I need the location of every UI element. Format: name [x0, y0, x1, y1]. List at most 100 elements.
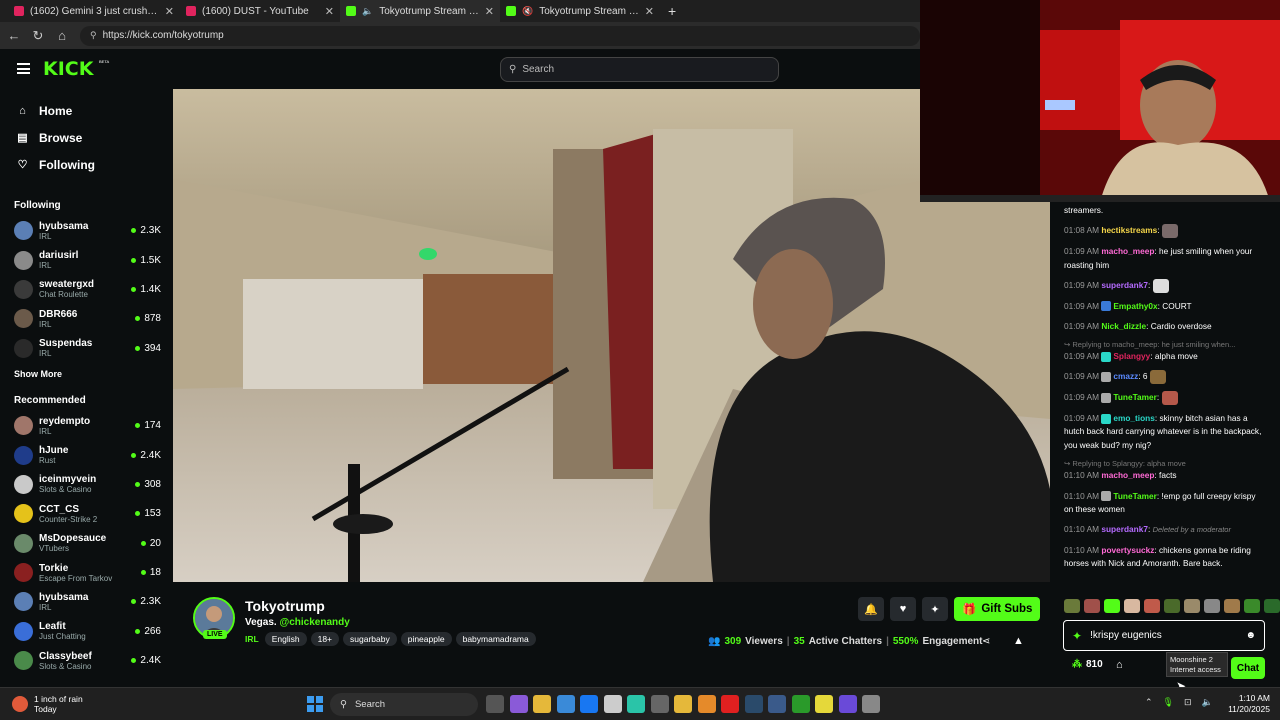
- emote-icon[interactable]: [1224, 599, 1240, 613]
- gear-icon[interactable]: [862, 695, 880, 713]
- chat-message[interactable]: 01:10 AM povertysuckz: chickens gonna be…: [1064, 544, 1266, 571]
- taskbar-clock[interactable]: 1:10 AM 11/20/2025: [1226, 693, 1270, 715]
- chat-username[interactable]: superdank7: [1101, 524, 1148, 534]
- facebook-icon[interactable]: [580, 695, 598, 713]
- calculator-icon[interactable]: [650, 695, 669, 713]
- windows-start-icon[interactable]: [307, 696, 323, 712]
- chat-message[interactable]: 01:09 AM cmazz: 6: [1064, 370, 1266, 385]
- sidebar-item-home[interactable]: ⌂ Home: [0, 97, 172, 124]
- app-icon[interactable]: [768, 695, 786, 713]
- chat-username[interactable]: cmazz: [1113, 372, 1138, 382]
- notes-icon[interactable]: [815, 695, 833, 713]
- stream-tag[interactable]: babymamadrama: [455, 632, 536, 646]
- close-icon[interactable]: ✕: [325, 5, 334, 18]
- edge-icon[interactable]: [627, 695, 645, 713]
- file-explorer-icon[interactable]: [533, 695, 551, 713]
- sidebar-channel[interactable]: Leafit Just Chatting 266: [0, 617, 172, 646]
- video-player[interactable]: [173, 89, 1050, 582]
- vlc-icon[interactable]: [697, 695, 716, 713]
- emote-icon[interactable]: [1084, 599, 1100, 613]
- search-input[interactable]: ⚲ Search: [500, 57, 779, 82]
- sidebar-channel[interactable]: iceinmyvein Slots & Casino 308: [0, 470, 172, 499]
- youtube-icon[interactable]: [721, 695, 739, 713]
- store-icon[interactable]: [556, 695, 575, 713]
- emote-icon[interactable]: [1204, 599, 1220, 613]
- reload-icon[interactable]: ↻: [26, 28, 50, 44]
- stream-tag[interactable]: English: [264, 632, 307, 646]
- stream-tag[interactable]: sugarbaby: [343, 632, 397, 646]
- sidebar-channel[interactable]: CCT_CS Counter-Strike 2 153: [0, 499, 172, 528]
- sidebar-channel[interactable]: DBR666 IRL 878: [0, 304, 172, 333]
- emoji-icon[interactable]: ☻: [1245, 630, 1256, 641]
- heart-icon[interactable]: ♥: [890, 597, 916, 621]
- chat-username[interactable]: macho_meep: [1101, 470, 1154, 480]
- chat-username[interactable]: TuneTamer: [1113, 491, 1157, 501]
- chat-username[interactable]: Nick_dizzle: [1101, 321, 1146, 331]
- network-icon[interactable]: ⊡: [1184, 697, 1192, 708]
- emote-icon[interactable]: [1144, 599, 1160, 613]
- sidebar-channel[interactable]: hyubsama IRL 2.3K: [0, 587, 172, 616]
- sidebar-item-following[interactable]: ♡ Following: [0, 151, 172, 178]
- sparkle-icon[interactable]: ✦: [922, 597, 948, 621]
- close-icon[interactable]: ✕: [645, 5, 654, 18]
- browser-tab[interactable]: 🔈 Tokyotrump Stream - Watch ✕: [340, 0, 500, 22]
- obs-icon[interactable]: [838, 695, 857, 713]
- chat-message[interactable]: 01:10 AM superdank7: Deleted by a modera…: [1064, 523, 1266, 537]
- browser-tab[interactable]: (1602) Gemini 3 just crushed eve ✕: [0, 0, 180, 22]
- sidebar-item-browse[interactable]: ▤ Browse: [0, 124, 172, 151]
- chat-message[interactable]: 01:09 AM superdank7:: [1064, 278, 1266, 293]
- chat-message[interactable]: 01:09 AM Empathy0x: COURT: [1064, 300, 1266, 314]
- stream-tag[interactable]: pineapple: [400, 632, 452, 646]
- chat-message[interactable]: 01:08 AM hectikstreams:: [1064, 224, 1266, 239]
- url-field[interactable]: ⚲ https://kick.com/tokyotrump: [80, 25, 920, 46]
- new-tab-icon[interactable]: +: [660, 3, 684, 19]
- xbox-icon[interactable]: [791, 695, 810, 713]
- chrome-icon[interactable]: [674, 695, 692, 713]
- sidebar-channel[interactable]: sweatergxd Chat Roulette 1.4K: [0, 275, 172, 304]
- sidebar-channel[interactable]: Classybeef Slots & Casino 2.4K: [0, 646, 172, 675]
- copilot-icon[interactable]: [509, 695, 528, 713]
- volume-icon[interactable]: 🔈: [1202, 697, 1213, 708]
- menu-icon[interactable]: [17, 63, 30, 74]
- chat-message[interactable]: 01:10 AM TuneTamer: !emp go full creepy …: [1064, 490, 1266, 517]
- sidebar-channel[interactable]: MsDopesauce VTubers 20: [0, 529, 172, 558]
- browser-tab[interactable]: 🔇 Tokyotrump Stream - Watch ✕: [500, 0, 660, 22]
- steam-icon[interactable]: [744, 695, 763, 713]
- chat-input[interactable]: ✦ !krispy eugenics ☻: [1063, 620, 1265, 651]
- emote-icon[interactable]: [1264, 599, 1280, 613]
- chat-send-button[interactable]: Chat: [1231, 657, 1265, 679]
- chat-username[interactable]: povertysuckz: [1101, 545, 1154, 555]
- muted-speaker-icon[interactable]: 🔇: [522, 6, 533, 17]
- chat-message[interactable]: 01:09 AM Nick_dizzle: Cardio overdose: [1064, 320, 1266, 334]
- close-icon[interactable]: ✕: [485, 5, 494, 18]
- sidebar-channel[interactable]: Suspendas IRL 394: [0, 334, 172, 363]
- chat-message[interactable]: 01:09 AM TuneTamer:: [1064, 391, 1266, 406]
- close-icon[interactable]: ✕: [165, 5, 174, 18]
- report-icon[interactable]: ▲: [1013, 635, 1024, 647]
- task-view-icon[interactable]: [486, 695, 504, 713]
- speaker-icon[interactable]: 🔈: [362, 6, 373, 17]
- emote-icon[interactable]: [1124, 599, 1140, 613]
- sidebar-channel[interactable]: Torkie Escape From Tarkov 18: [0, 558, 172, 587]
- amazon-icon[interactable]: [603, 695, 622, 713]
- chat-message[interactable]: 01:09 AM Splangyy: alpha move: [1064, 350, 1266, 364]
- home-icon[interactable]: ⌂: [50, 28, 74, 43]
- show-more-button[interactable]: Show More: [0, 369, 172, 379]
- chat-username[interactable]: Empathy0x: [1113, 301, 1157, 311]
- site-info-icon[interactable]: ⚲: [90, 30, 97, 41]
- stream-tag[interactable]: 18+: [310, 632, 340, 646]
- chat-message[interactable]: 01:09 AM macho_meep: he just smiling whe…: [1064, 245, 1266, 272]
- emote-icon[interactable]: [1164, 599, 1180, 613]
- sidebar-channel[interactable]: hyubsama IRL 2.3K: [0, 216, 172, 245]
- chat-username[interactable]: macho_meep: [1101, 246, 1154, 256]
- bell-icon[interactable]: 🔔: [858, 597, 884, 621]
- share-icon[interactable]: ⋖: [982, 636, 990, 647]
- back-icon[interactable]: ←: [2, 28, 26, 43]
- weather-widget[interactable]: 1 inch of rain Today: [12, 694, 83, 714]
- microphone-icon[interactable]: 🎙: [1163, 697, 1174, 708]
- chat-username[interactable]: superdank7: [1101, 280, 1148, 290]
- emote-icon[interactable]: [1104, 599, 1120, 613]
- chat-username[interactable]: TuneTamer: [1113, 392, 1157, 402]
- sidebar-channel[interactable]: reydempto IRL 174: [0, 411, 172, 440]
- gift-subs-button[interactable]: 🎁 Gift Subs: [954, 597, 1041, 621]
